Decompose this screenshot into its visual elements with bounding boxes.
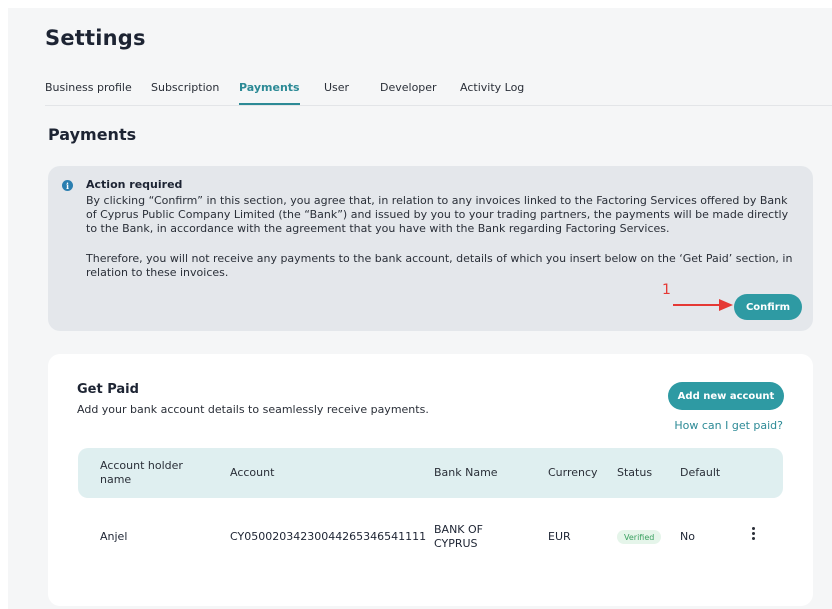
- how-can-i-get-paid-link[interactable]: How can I get paid?: [674, 419, 783, 432]
- tab-activity-log[interactable]: Activity Log: [460, 81, 524, 94]
- get-paid-subtitle: Add your bank account details to seamles…: [77, 403, 429, 416]
- cell-holder: Anjel: [100, 530, 128, 543]
- table-row: Anjel CY05002034230044265346541111 BANK …: [78, 514, 783, 560]
- settings-tabs: Business profile Subscription Payments U…: [45, 81, 832, 106]
- alert-paragraph-2: Therefore, you will not receive any paym…: [86, 252, 793, 279]
- tab-developer[interactable]: Developer: [380, 81, 437, 94]
- info-icon: i: [62, 180, 73, 191]
- accounts-table-header: Account holder name Account Bank Name Cu…: [78, 448, 783, 498]
- cell-default: No: [680, 530, 695, 543]
- annotation-arrow-icon: [673, 299, 733, 311]
- get-paid-title: Get Paid: [77, 382, 139, 397]
- column-header-bank: Bank Name: [434, 466, 498, 479]
- tab-business-profile[interactable]: Business profile: [45, 81, 132, 94]
- row-menu-icon[interactable]: [748, 527, 758, 541]
- column-header-currency: Currency: [548, 466, 598, 479]
- tab-user[interactable]: User: [324, 81, 349, 94]
- get-paid-card: Get Paid Add your bank account details t…: [48, 354, 813, 606]
- alert-heading: Action required: [86, 178, 183, 191]
- add-new-account-button[interactable]: Add new account: [668, 382, 784, 410]
- alert-paragraph-1: By clicking “Confirm” in this section, y…: [86, 194, 789, 235]
- page-title: Settings: [45, 26, 146, 50]
- status-badge: Verified: [617, 530, 662, 544]
- confirm-button[interactable]: Confirm: [734, 294, 802, 320]
- column-header-status: Status: [617, 466, 653, 479]
- payments-section-title: Payments: [48, 125, 137, 144]
- tab-subscription[interactable]: Subscription: [151, 81, 219, 94]
- column-header-account: Account: [230, 466, 275, 479]
- column-header-holder: Account holder name: [100, 459, 183, 486]
- tab-payments[interactable]: Payments: [239, 81, 300, 105]
- cell-bank: BANK OF CYPRUS: [434, 523, 483, 550]
- annotation-number: 1: [662, 282, 671, 298]
- cell-account: CY05002034230044265346541111: [230, 530, 427, 543]
- column-header-default: Default: [680, 466, 721, 479]
- cell-currency: EUR: [548, 530, 571, 543]
